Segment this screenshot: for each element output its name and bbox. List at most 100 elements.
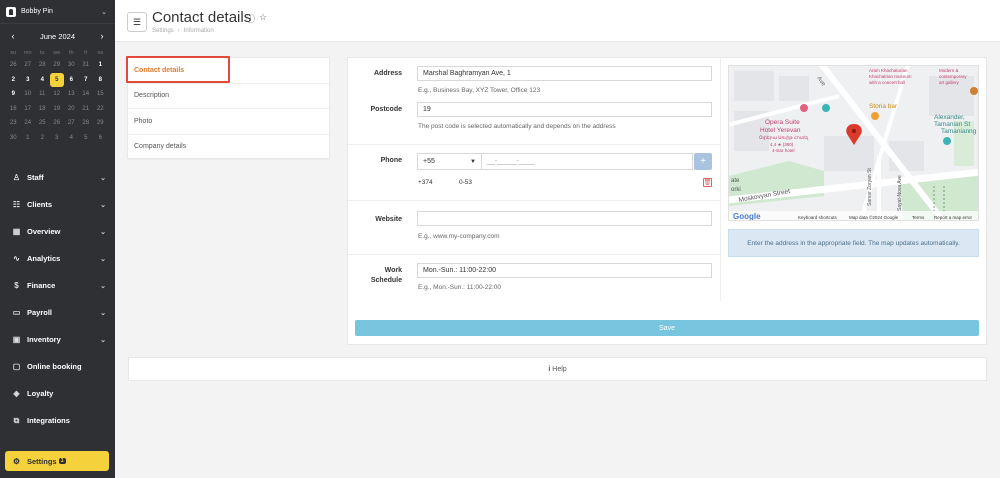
calendar-day[interactable]: 29 <box>93 116 108 131</box>
chevron-down-icon: ⌄ <box>100 309 106 317</box>
user-switcher[interactable]: Bobby Pin ⌄ <box>0 0 115 24</box>
save-button[interactable]: Save <box>355 320 979 336</box>
calendar-day[interactable]: 4 <box>64 131 79 146</box>
calendar-day[interactable]: 29 <box>50 58 65 73</box>
sidebar-item-inventory[interactable]: ▣ Inventory ⌄ <box>0 326 115 353</box>
calendar-day[interactable]: 28 <box>35 58 50 73</box>
calendar-day[interactable]: 6 <box>93 131 108 146</box>
chevron-down-icon[interactable]: ⌄ <box>99 8 109 16</box>
add-phone-button[interactable]: + <box>694 153 712 170</box>
calendar-day[interactable]: 13 <box>64 87 79 102</box>
postcode-input[interactable]: 19 <box>417 102 712 117</box>
calendar-day[interactable]: 26 <box>50 116 65 131</box>
calendar-day[interactable]: 7 <box>79 73 94 88</box>
calendar-day[interactable]: 30 <box>6 131 21 146</box>
phone-number-input[interactable]: __-_____-____ <box>481 153 693 170</box>
info-icon[interactable]: ⓘ <box>246 12 255 25</box>
chevron-down-icon: ⌄ <box>100 228 106 236</box>
calendar-day[interactable]: 30 <box>64 58 79 73</box>
calendar-day[interactable]: 21 <box>79 102 94 117</box>
tab-contact-details[interactable]: Contact details <box>128 58 329 84</box>
calendar-day[interactable]: 17 <box>21 102 36 117</box>
calendar-day[interactable]: 4 <box>35 73 50 88</box>
calendar-day[interactable]: 26 <box>6 58 21 73</box>
calendar-day[interactable]: 15 <box>93 87 108 102</box>
sidebar-item-loyalty[interactable]: ◈ Loyalty <box>0 380 115 407</box>
calendar-day[interactable]: 8 <box>93 73 108 88</box>
calendar-day[interactable]: 31 <box>79 58 94 73</box>
menu-toggle-button[interactable]: ☰ <box>127 12 147 32</box>
sidebar-item-integrations[interactable]: ⧉ Integrations <box>0 407 115 434</box>
chevron-down-icon: ⌄ <box>100 282 106 290</box>
map-label-orki: orki <box>731 187 741 193</box>
help-link[interactable]: i Help <box>128 357 987 381</box>
phone-country-code-select[interactable]: +55 ▼ <box>417 153 482 170</box>
sidebar-item-settings[interactable]: ⚙ Settings 1 <box>5 451 109 471</box>
sidebar-item-clients[interactable]: ☷ Clients ⌄ <box>0 191 115 218</box>
website-label: Website <box>375 216 402 223</box>
calendar-day[interactable]: 5 <box>79 131 94 146</box>
calendar-day[interactable]: 14 <box>79 87 94 102</box>
tab-company-details[interactable]: Company details <box>128 135 329 160</box>
calendar-day[interactable]: 18 <box>35 102 50 117</box>
calendar-day[interactable]: 23 <box>6 116 21 131</box>
sidebar-item-online-booking[interactable]: ▢ Online booking <box>0 353 115 380</box>
calendar-day[interactable]: 12 <box>50 87 65 102</box>
section-divider <box>348 144 720 145</box>
calendar-day[interactable]: 16 <box>6 102 21 117</box>
calendar-day[interactable]: 27 <box>21 58 36 73</box>
sidebar-item-analytics[interactable]: ∿ Analytics ⌄ <box>0 245 115 272</box>
breadcrumb-settings[interactable]: Settings <box>152 28 174 34</box>
calendar-day[interactable]: 9 <box>6 87 21 102</box>
section-divider <box>348 254 720 255</box>
delete-phone-trash-icon[interactable]: 🗑 <box>703 178 712 187</box>
map-label-museum2: contemporary <box>939 74 967 79</box>
map-terms-link[interactable]: Terms <box>912 215 925 220</box>
map-label-opera4: 4.4 ★ (380) <box>770 142 794 147</box>
map-report-error-link[interactable]: Report a map error <box>934 215 973 220</box>
calendar-day[interactable]: 6 <box>64 73 79 88</box>
calendar-next-button[interactable]: › <box>97 31 107 41</box>
calendar-day[interactable]: 24 <box>21 116 36 131</box>
calendar-day[interactable]: 1 <box>21 131 36 146</box>
work-schedule-input[interactable]: Mon.-Sun.: 11:00-22:00 <box>417 263 712 278</box>
calendar-day[interactable]: 3 <box>21 73 36 88</box>
map-keyboard-shortcuts-link[interactable]: Keyboard shortcuts <box>798 215 838 220</box>
calendar-day[interactable]: 3 <box>50 131 65 146</box>
address-input[interactable]: Marshal Baghramyan Ave, 1 <box>417 66 712 81</box>
calendar-day[interactable]: 2 <box>35 131 50 146</box>
calendar-prev-button[interactable]: ‹ <box>8 31 18 41</box>
calendar-day[interactable]: 10 <box>21 87 36 102</box>
tab-photo[interactable]: Photo <box>128 109 329 135</box>
calendar-day[interactable]: 2 <box>6 73 21 88</box>
finance-icon: $ <box>14 281 19 290</box>
settings-gear-icon: ⚙ <box>12 456 21 466</box>
calendar-day[interactable]: 27 <box>64 116 79 131</box>
website-hint: E.g., www.my-company.com <box>418 233 500 240</box>
payroll-icon: ▭ <box>12 308 21 317</box>
calendar-day[interactable]: 22 <box>93 102 108 117</box>
map-label-alexander2: Tamanian St <box>934 121 970 128</box>
map-canvas[interactable]: Ave Opera Suite Hotel Yerevan Օփերա Սուի… <box>729 66 979 221</box>
calendar-day[interactable]: 19 <box>50 102 65 117</box>
calendar-day[interactable]: 20 <box>64 102 79 117</box>
location-map[interactable]: Ave Opera Suite Hotel Yerevan Օփերա Սուի… <box>728 65 979 221</box>
sidebar-item-finance[interactable]: $ Finance ⌄ <box>0 272 115 299</box>
sidebar-item-staff[interactable]: ♙ Staff ⌄ <box>0 164 115 191</box>
map-label-opera2: Hotel Yerevan <box>760 127 801 134</box>
calendar-day[interactable]: 11 <box>35 87 50 102</box>
calendar-header: ‹ June 2024 › <box>0 24 115 48</box>
calendar-grid: su mo tu we th fr sa 26 27 28 29 30 31 1 2 3 4 5 6 7 8 9 10 11 1… <box>0 48 115 145</box>
calendar-day[interactable]: 25 <box>35 116 50 131</box>
tab-description[interactable]: Description <box>128 84 329 109</box>
sidebar-item-payroll[interactable]: ▭ Payroll ⌄ <box>0 299 115 326</box>
postcode-label: Postcode <box>370 106 402 113</box>
star-favorite-icon[interactable]: ☆ <box>259 12 267 25</box>
calendar-day[interactable]: 1 <box>93 58 108 73</box>
info-help-icon: i <box>548 365 551 373</box>
calendar-day-today[interactable]: 5 <box>49 72 64 87</box>
calendar-day[interactable]: 28 <box>79 116 94 131</box>
sidebar-item-label: Integrations <box>27 416 70 425</box>
website-input[interactable] <box>417 211 712 226</box>
sidebar-item-overview[interactable]: ▦ Overview ⌄ <box>0 218 115 245</box>
